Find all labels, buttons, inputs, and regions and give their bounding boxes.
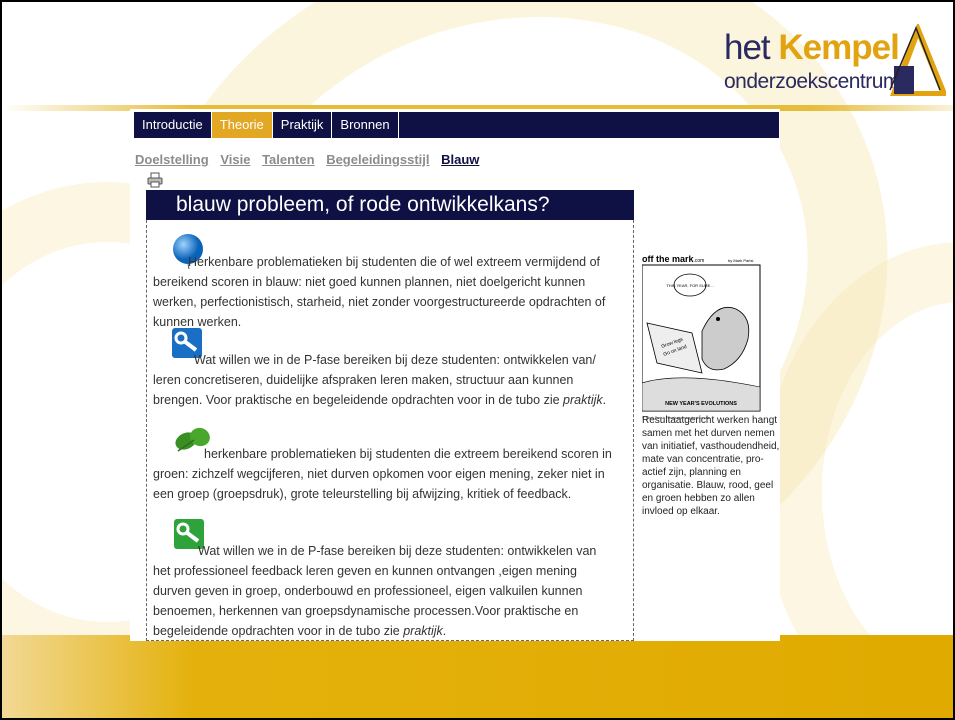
cartoon-brand: off the mark.com xyxy=(642,254,704,264)
subnav-talenten[interactable]: Talenten xyxy=(262,152,315,167)
tab-praktijk[interactable]: Praktijk xyxy=(273,112,333,138)
cartoon-author: by Mark Parisi xyxy=(728,258,753,263)
subnav-doelstelling[interactable]: Doelstelling xyxy=(135,152,209,167)
paragraph-groen-doelen: Wat willen we in de P-fase bereiken bij … xyxy=(153,544,597,638)
slide-frame: het Kempel onderzoekscentrum Introductie… xyxy=(0,0,955,720)
praktijk-link[interactable]: praktijk xyxy=(563,393,603,407)
content-page: Introductie Theorie Praktijk Bronnen Doe… xyxy=(130,109,780,641)
praktijk-link[interactable]: praktijk xyxy=(403,624,443,638)
sidebar-text: Resultaatgericht werken hangt samen met … xyxy=(642,415,780,517)
cartoon-speech-bubble: THIS YEAR, FOR SURE... xyxy=(666,283,713,288)
subnav-visie[interactable]: Visie xyxy=(220,152,250,167)
article-title: blauw probleem, of rode ontwikkelkans? xyxy=(146,190,634,220)
paragraph-blauw-problemen: Herkenbare problematieken bij studenten … xyxy=(153,255,606,329)
tab-theorie[interactable]: Theorie xyxy=(211,112,273,138)
logo-triangle-icon xyxy=(889,24,946,96)
cartoon-image: off the mark.com by Mark Parisi THIS YEA… xyxy=(642,254,761,420)
main-nav: Introductie Theorie Praktijk Bronnen xyxy=(134,112,779,138)
gold-footer-band xyxy=(2,635,953,718)
tab-introductie[interactable]: Introductie xyxy=(134,112,212,138)
cartoon-caption: NEW YEAR'S EVOLUTIONS xyxy=(665,401,737,407)
printer-icon[interactable] xyxy=(147,172,163,188)
logo-title: het Kempel xyxy=(724,28,900,67)
paragraph-groen-problemen: herkenbare problematieken bij studenten … xyxy=(153,447,612,501)
logo-subtitle: onderzoekscentrum xyxy=(724,70,900,93)
subnav-begeleidingsstijl[interactable]: Begeleidingsstijl xyxy=(326,152,429,167)
tab-bronnen[interactable]: Bronnen xyxy=(332,112,399,138)
subnav-blauw[interactable]: Blauw xyxy=(441,152,479,167)
sub-nav: Doelstelling Visie Talenten Begeleidings… xyxy=(135,152,487,167)
paragraph-blauw-doelen: Wat willen we in de P-fase bereiken bij … xyxy=(153,353,607,407)
kempel-logo: het Kempel onderzoekscentrum xyxy=(724,22,949,102)
